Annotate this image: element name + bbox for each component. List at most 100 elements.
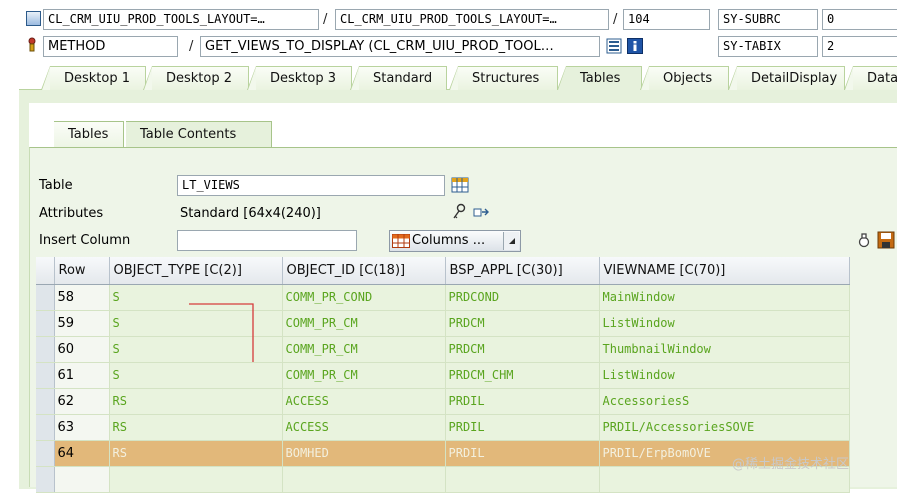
watermark: @稀土掘金技术社区 — [732, 457, 850, 472]
column-header-row[interactable]: Row — [54, 257, 110, 285]
row-number: 61 — [54, 362, 110, 389]
source-code-icon[interactable] — [606, 38, 622, 54]
separator: / — [613, 12, 618, 27]
row-number: 58 — [54, 284, 110, 311]
row-number: 62 — [54, 388, 110, 415]
separator: / — [323, 12, 328, 27]
row-selector[interactable] — [36, 440, 55, 467]
tab-desktop-2[interactable]: Desktop 2 — [143, 66, 249, 90]
cell-object-id[interactable] — [282, 466, 446, 493]
save-icon[interactable] — [877, 231, 895, 249]
table-row[interactable]: 61 S COMM_PR_CM PRDCM_CHM ListWindow — [36, 362, 850, 389]
table-row-selected[interactable]: 64 RS BOMHED PRDIL PRDIL/ErpBomOVE — [36, 440, 850, 467]
tab-desktop-1[interactable]: Desktop 1 — [41, 66, 146, 90]
dropdown-icon[interactable] — [503, 232, 519, 250]
insert-column-input[interactable] — [177, 230, 357, 251]
cell-object-id[interactable]: COMM_PR_COND — [282, 284, 446, 311]
cell-object-id[interactable]: COMM_PR_CM — [282, 310, 446, 337]
table-label: Table — [39, 178, 73, 193]
print-icon[interactable] — [857, 231, 871, 249]
tab-objects[interactable]: Objects — [640, 66, 729, 90]
table-row[interactable]: 62 RS ACCESS PRDIL AccessoriesS — [36, 388, 850, 415]
cell-viewname[interactable]: MainWindow — [599, 284, 850, 311]
tab-standard[interactable]: Standard — [350, 66, 447, 90]
tab-structures[interactable]: Structures — [449, 66, 558, 90]
cell-object-type[interactable]: RS — [109, 414, 283, 441]
table-row[interactable]: 60 S COMM_PR_CM PRDCM ThumbnailWindow — [36, 336, 850, 363]
cell-object-id[interactable]: COMM_PR_CM — [282, 362, 446, 389]
table-contents-grid: Row OBJECT_TYPE [C(2)] OBJECT_ID [C(18)]… — [36, 257, 850, 493]
tab-data[interactable]: Data — [844, 66, 897, 90]
sy-subrc-value[interactable]: 0 — [822, 9, 897, 30]
cell-viewname[interactable]: PRDIL/AccessoriesSOVE — [599, 414, 850, 441]
grid-header-row: Row OBJECT_TYPE [C(2)] OBJECT_ID [C(18)]… — [36, 257, 850, 285]
class-field[interactable]: CL_CRM_UIU_PROD_TOOLS_LAYOUT=… — [335, 9, 609, 30]
navigate-icon[interactable] — [473, 205, 491, 219]
cell-bsp-appl[interactable]: PRDCM_CHM — [445, 362, 600, 389]
column-header-object-type[interactable]: OBJECT_TYPE [C(2)] — [109, 257, 283, 285]
grid-icon — [392, 234, 410, 248]
program-field[interactable]: CL_CRM_UIU_PROD_TOOLS_LAYOUT=… — [43, 9, 319, 30]
column-header-bsp-appl[interactable]: BSP_APPL [C(30)] — [445, 257, 600, 285]
event-type-field[interactable]: METHOD — [43, 36, 178, 57]
row-number: 64 — [54, 440, 110, 467]
row-number: 59 — [54, 310, 110, 337]
cell-bsp-appl[interactable]: PRDCM — [445, 310, 600, 337]
tab-detaildisplay[interactable]: DetailDisplay — [728, 66, 845, 90]
cell-viewname[interactable]: AccessoriesS — [599, 388, 850, 415]
row-number: 63 — [54, 414, 110, 441]
cell-viewname[interactable]: ListWindow — [599, 310, 850, 337]
attributes-label: Attributes — [39, 206, 104, 221]
sy-tabix-value[interactable]: 2 — [822, 36, 897, 57]
tab-table-contents[interactable]: Table Contents — [126, 121, 272, 147]
row-selector-header[interactable] — [36, 257, 55, 285]
info-icon[interactable] — [627, 38, 643, 54]
row-selector[interactable] — [36, 310, 55, 337]
table-name-input[interactable]: LT_VIEWS — [177, 175, 445, 196]
cell-viewname[interactable]: ThumbnailWindow — [599, 336, 850, 363]
cell-object-id[interactable]: COMM_PR_CM — [282, 336, 446, 363]
row-selector[interactable] — [36, 362, 55, 389]
row-selector[interactable] — [36, 284, 55, 311]
column-header-object-id[interactable]: OBJECT_ID [C(18)] — [282, 257, 446, 285]
table-row[interactable]: 58 S COMM_PR_COND PRDCOND MainWindow — [36, 284, 850, 311]
table-row[interactable]: 63 RS ACCESS PRDIL PRDIL/AccessoriesSOVE — [36, 414, 850, 441]
sy-tabix-label: SY-TABIX — [718, 36, 818, 57]
tab-inner-tables[interactable]: Tables — [54, 121, 124, 147]
cell-bsp-appl[interactable]: PRDIL — [445, 440, 600, 467]
table-view-icon[interactable] — [451, 177, 469, 193]
cell-viewname[interactable]: ListWindow — [599, 362, 850, 389]
table-row-empty[interactable] — [36, 466, 850, 493]
cell-object-id[interactable]: BOMHED — [282, 440, 446, 467]
red-annotation-bracket — [189, 303, 254, 362]
row-number — [54, 466, 110, 493]
columns-button-label: Columns ... — [412, 233, 486, 248]
cell-bsp-appl[interactable]: PRDCOND — [445, 284, 600, 311]
line-number-field[interactable]: 104 — [623, 9, 710, 30]
cell-bsp-appl[interactable]: PRDIL — [445, 388, 600, 415]
cell-object-type[interactable]: RS — [109, 440, 283, 467]
cell-object-type[interactable]: RS — [109, 388, 283, 415]
cell-object-id[interactable]: ACCESS — [282, 414, 446, 441]
row-selector[interactable] — [36, 388, 55, 415]
cell-bsp-appl[interactable]: PRDCM — [445, 336, 600, 363]
cell-object-id[interactable]: ACCESS — [282, 388, 446, 415]
program-icon — [26, 11, 41, 26]
tab-desktop-3[interactable]: Desktop 3 — [247, 66, 352, 90]
sy-subrc-label: SY-SUBRC — [718, 9, 818, 30]
row-selector[interactable] — [36, 414, 55, 441]
row-selector[interactable] — [36, 466, 55, 493]
attributes-value: Standard [64x4(240)] — [180, 206, 321, 221]
row-selector[interactable] — [36, 336, 55, 363]
table-row[interactable]: 59 S COMM_PR_CM PRDCM ListWindow — [36, 310, 850, 337]
insert-column-label: Insert Column — [39, 233, 131, 248]
key-icon[interactable] — [451, 203, 467, 221]
event-name-field[interactable]: GET_VIEWS_TO_DISPLAY (CL_CRM_UIU_PROD_TO… — [200, 36, 600, 57]
cell-bsp-appl[interactable] — [445, 466, 600, 493]
columns-button[interactable]: Columns ... — [389, 230, 521, 252]
separator: / — [189, 39, 194, 54]
cell-bsp-appl[interactable]: PRDIL — [445, 414, 600, 441]
tab-tables[interactable]: Tables — [557, 66, 642, 90]
column-header-viewname[interactable]: VIEWNAME [C(70)] — [599, 257, 850, 285]
cell-object-type[interactable] — [109, 466, 283, 493]
